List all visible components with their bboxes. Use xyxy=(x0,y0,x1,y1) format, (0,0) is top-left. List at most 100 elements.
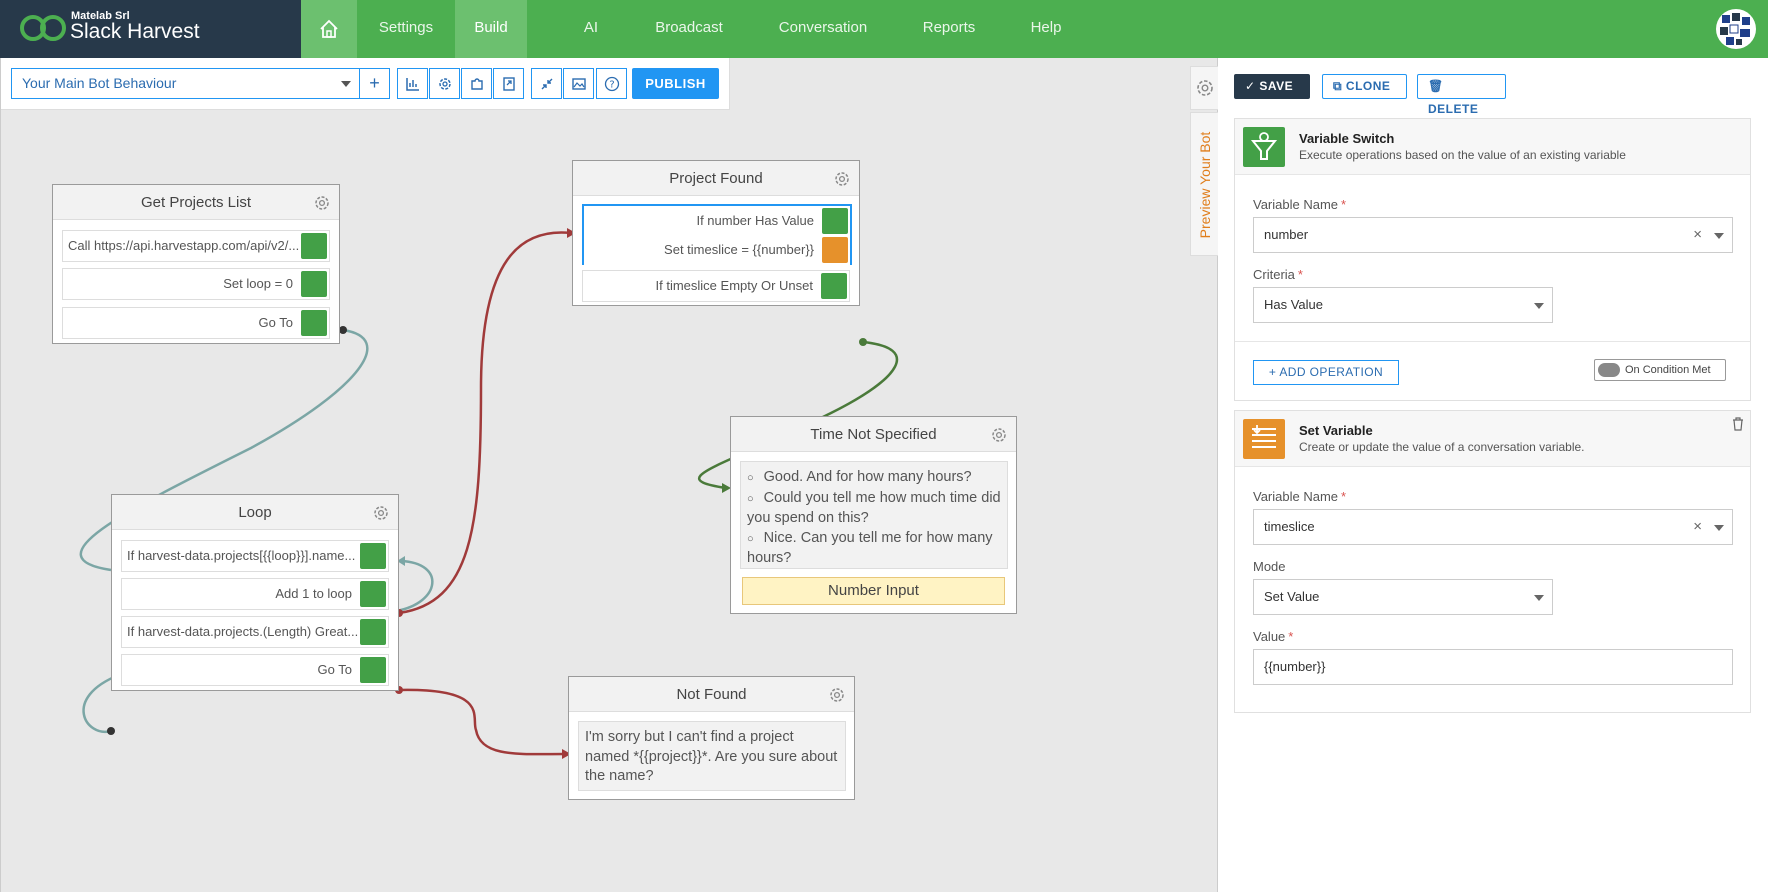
card-header: Variable Switch Execute operations based… xyxy=(1235,119,1750,175)
nav-settings[interactable]: Settings xyxy=(357,0,455,58)
chevron-down-icon xyxy=(1534,595,1544,601)
op-set-loop[interactable]: Set loop = 0 xyxy=(62,268,330,300)
node-time-not-specified[interactable]: Time Not Specified Good. And for how man… xyxy=(730,416,1017,614)
message-variants[interactable]: Good. And for how many hours? Could you … xyxy=(740,461,1008,569)
brand[interactable]: Matelab Srl Slack Harvest xyxy=(0,0,301,58)
properties-panel: ✓ SAVE ⧉ CLONE 🗑 DELETE Variable Switch … xyxy=(1219,58,1768,892)
node-loop[interactable]: Loop If harvest-data.projects[{{loop}}].… xyxy=(111,494,399,691)
home-icon xyxy=(320,19,338,38)
image-button[interactable] xyxy=(563,68,594,99)
clear-icon[interactable]: × xyxy=(1693,510,1702,544)
trash-icon: 🗑 xyxy=(1428,79,1444,93)
collapse-icon xyxy=(541,78,552,89)
node-header[interactable]: Project Found xyxy=(573,161,859,196)
copy-icon: ⧉ xyxy=(1333,79,1346,93)
svg-text:?: ? xyxy=(609,79,614,90)
node-title: Not Found xyxy=(676,686,747,703)
publish-button[interactable]: PUBLISH xyxy=(632,68,719,99)
help-icon: ? xyxy=(604,76,619,91)
op-label: Call https://api.harvestapp.com/api/v2/.… xyxy=(68,238,300,253)
op-label: If timeslice Empty Or Unset xyxy=(655,278,813,293)
node-project-found[interactable]: Project Found If number Has Value Set ti… xyxy=(572,160,860,306)
nav-reports[interactable]: Reports xyxy=(907,0,991,58)
chevron-down-icon xyxy=(341,81,351,87)
add-icon: + xyxy=(369,73,380,93)
mode-select[interactable]: Set Value xyxy=(1253,579,1553,615)
op-if-project-name[interactable]: If harvest-data.projects[{{loop}}].name.… xyxy=(121,540,389,572)
trash-icon[interactable] xyxy=(1732,417,1744,431)
op-set-timeslice[interactable]: Set timeslice = {{number}} xyxy=(584,235,850,267)
link-loop-self-right xyxy=(395,559,434,613)
op-goto[interactable]: Go To xyxy=(121,654,389,686)
op-goto[interactable]: Go To xyxy=(62,307,330,339)
card-description: Execute operations based on the value of… xyxy=(1299,148,1626,162)
behaviour-select[interactable]: Your Main Bot Behaviour xyxy=(11,68,359,99)
node-header[interactable]: Loop xyxy=(112,495,398,530)
chevron-down-icon xyxy=(1534,303,1544,309)
user-avatar[interactable] xyxy=(1716,9,1756,49)
card-title: Variable Switch xyxy=(1299,131,1395,146)
op-api-call[interactable]: Call https://api.harvestapp.com/api/v2/.… xyxy=(62,230,330,262)
gear-icon[interactable] xyxy=(828,686,846,704)
delete-button[interactable]: 🗑 DELETE xyxy=(1417,74,1506,116)
nav-build[interactable]: Build xyxy=(455,0,527,58)
set-variable-icon xyxy=(301,271,327,297)
condition-toggle[interactable]: On Condition Met xyxy=(1594,359,1726,381)
settings-button[interactable] xyxy=(429,68,460,99)
gear-icon[interactable] xyxy=(833,170,851,188)
selected-operation-group[interactable]: If number Has Value Set timeslice = {{nu… xyxy=(582,204,852,267)
op-if-timeslice[interactable]: If timeslice Empty Or Unset xyxy=(582,270,850,302)
gear-icon[interactable] xyxy=(313,194,331,212)
toggle-knob-icon xyxy=(1598,363,1620,377)
number-input-block[interactable]: Number Input xyxy=(742,577,1005,605)
node-get-projects-list[interactable]: Get Projects List Call https://api.harve… xyxy=(52,184,340,344)
help-button[interactable]: ? xyxy=(596,68,627,99)
message-variant: Could you tell me how much time did you … xyxy=(747,489,1001,529)
op-label: Add 1 to loop xyxy=(275,586,352,601)
gear-icon[interactable] xyxy=(372,504,390,522)
op-add-loop[interactable]: Add 1 to loop xyxy=(121,578,389,610)
node-header[interactable]: Time Not Specified xyxy=(731,417,1016,452)
op-label: Go To xyxy=(317,662,352,677)
add-button[interactable]: + xyxy=(359,68,390,99)
switch-icon xyxy=(1243,127,1285,167)
gear-icon[interactable] xyxy=(990,426,1008,444)
card-header: Set Variable Create or update the value … xyxy=(1235,411,1750,467)
message-text[interactable]: I'm sorry but I can't find a project nam… xyxy=(578,721,846,791)
node-not-found[interactable]: Not Found I'm sorry but I can't find a p… xyxy=(568,676,855,800)
save-button[interactable]: ✓ SAVE xyxy=(1234,74,1310,99)
settings-tab[interactable] xyxy=(1190,66,1218,110)
chart-button[interactable] xyxy=(397,68,428,99)
nav-broadcast[interactable]: Broadcast xyxy=(638,0,740,58)
set-variable-card: Set Variable Create or update the value … xyxy=(1234,410,1751,713)
variable-name-select[interactable]: timeslice × xyxy=(1253,509,1733,545)
node-header[interactable]: Get Projects List xyxy=(53,185,339,220)
op-if-length[interactable]: If harvest-data.projects.(Length) Great.… xyxy=(121,616,389,648)
variable-name-select[interactable]: number × xyxy=(1253,217,1733,253)
collapse-button[interactable] xyxy=(531,68,562,99)
op-if-number[interactable]: If number Has Value xyxy=(584,206,850,238)
signpost-icon xyxy=(360,657,386,683)
code-icon xyxy=(301,233,327,259)
export-button[interactable] xyxy=(493,68,524,99)
nav-help[interactable]: Help xyxy=(1016,0,1076,58)
criteria-select[interactable]: Has Value xyxy=(1253,287,1553,323)
value-input[interactable]: {{number}} xyxy=(1253,649,1733,685)
preview-bot-tab[interactable]: Preview Your Bot xyxy=(1190,112,1218,256)
flow-canvas[interactable]: Your Main Bot Behaviour + ? PUBLISH Get … xyxy=(0,58,1218,892)
op-label: If harvest-data.projects[{{loop}}].name.… xyxy=(127,548,356,563)
nav-conversation[interactable]: Conversation xyxy=(762,0,884,58)
add-operation-button[interactable]: + ADD OPERATION xyxy=(1253,360,1399,385)
set-variable-icon xyxy=(822,237,848,263)
node-header[interactable]: Not Found xyxy=(569,677,854,712)
op-label: Set loop = 0 xyxy=(223,276,293,291)
app-logo-icon xyxy=(20,15,66,41)
check-icon: ✓ xyxy=(1245,79,1260,93)
export-icon xyxy=(502,76,515,91)
clone-button[interactable]: ⧉ CLONE xyxy=(1322,74,1407,99)
select-value: number xyxy=(1264,227,1309,242)
home-button[interactable] xyxy=(301,0,357,58)
nav-ai[interactable]: AI xyxy=(557,0,625,58)
clear-icon[interactable]: × xyxy=(1693,218,1702,252)
plugin-button[interactable] xyxy=(461,68,492,99)
